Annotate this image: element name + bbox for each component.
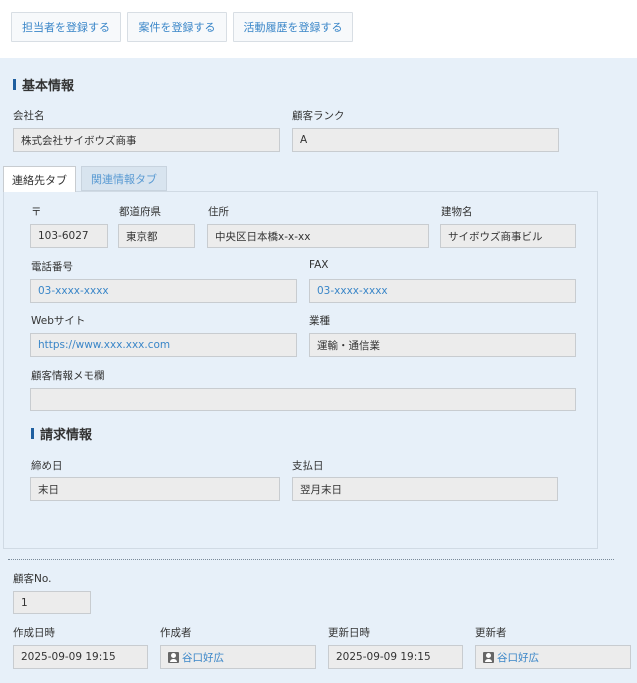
section-bar-icon bbox=[13, 79, 16, 90]
updater-label: 更新者 bbox=[475, 627, 507, 639]
address-label: 住所 bbox=[208, 206, 229, 218]
updater-name-link[interactable]: 谷口好広 bbox=[497, 650, 539, 665]
tab-related-info[interactable]: 関連情報タブ bbox=[81, 166, 167, 191]
section-basic-info: 基本情報 bbox=[13, 75, 74, 94]
payment-date-label: 支払日 bbox=[292, 460, 324, 472]
industry-field[interactable]: 運輸・通信業 bbox=[309, 333, 576, 357]
customer-rank-label: 顧客ランク bbox=[292, 110, 345, 122]
creator-field[interactable]: 谷口好広 bbox=[160, 645, 316, 669]
creator-name-link[interactable]: 谷口好広 bbox=[182, 650, 224, 665]
company-name-label: 会社名 bbox=[13, 110, 45, 122]
postal-code-field[interactable]: 103-6027 bbox=[30, 224, 108, 248]
register-deal-button[interactable]: 案件を登録する bbox=[127, 12, 227, 42]
section-basic-heading: 基本情報 bbox=[22, 79, 75, 94]
address-field[interactable]: 中央区日本橋x-x-xx bbox=[207, 224, 429, 248]
building-label: 建物名 bbox=[441, 206, 473, 218]
updater-field[interactable]: 谷口好広 bbox=[475, 645, 631, 669]
building-field[interactable]: サイボウズ商事ビル bbox=[440, 224, 576, 248]
industry-label: 業種 bbox=[309, 315, 330, 327]
prefecture-label: 都道府県 bbox=[119, 206, 161, 218]
memo-field[interactable] bbox=[30, 388, 576, 411]
updated-at-field[interactable]: 2025-09-09 19:15 bbox=[328, 645, 463, 669]
customer-no-label: 顧客No. bbox=[13, 573, 52, 585]
prefecture-field[interactable]: 東京都 bbox=[118, 224, 195, 248]
register-staff-button[interactable]: 担当者を登録する bbox=[11, 12, 121, 42]
fax-label: FAX bbox=[309, 259, 329, 271]
memo-label: 顧客情報メモ欄 bbox=[31, 370, 105, 382]
closing-date-field[interactable]: 末日 bbox=[30, 477, 280, 501]
payment-date-field[interactable]: 翌月末日 bbox=[292, 477, 558, 501]
section-bar-icon bbox=[31, 428, 34, 439]
website-field[interactable]: https://www.xxx.xxx.com bbox=[30, 333, 297, 357]
register-activity-button[interactable]: 活動履歴を登録する bbox=[233, 12, 353, 42]
user-icon bbox=[168, 651, 179, 663]
creator-label: 作成者 bbox=[160, 627, 192, 639]
website-label: Webサイト bbox=[31, 315, 86, 327]
customer-no-field[interactable]: 1 bbox=[13, 591, 91, 614]
created-at-field[interactable]: 2025-09-09 19:15 bbox=[13, 645, 148, 669]
customer-rank-field[interactable]: A bbox=[292, 128, 559, 152]
phone-label: 電話番号 bbox=[31, 261, 73, 273]
created-at-label: 作成日時 bbox=[13, 627, 55, 639]
company-name-field[interactable]: 株式会社サイボウズ商事 bbox=[13, 128, 280, 152]
section-billing-info: 請求情報 bbox=[31, 424, 92, 443]
phone-field[interactable]: 03-xxxx-xxxx bbox=[30, 279, 297, 303]
user-icon bbox=[483, 651, 494, 663]
divider bbox=[8, 559, 614, 560]
tab-contact[interactable]: 連絡先タブ bbox=[3, 166, 76, 192]
toolbar: 担当者を登録する 案件を登録する 活動履歴を登録する bbox=[0, 0, 637, 58]
section-billing-heading: 請求情報 bbox=[40, 428, 93, 443]
closing-date-label: 締め日 bbox=[31, 460, 63, 472]
fax-field[interactable]: 03-xxxx-xxxx bbox=[309, 279, 576, 303]
updated-at-label: 更新日時 bbox=[328, 627, 370, 639]
postal-label: 〒 bbox=[31, 206, 42, 218]
